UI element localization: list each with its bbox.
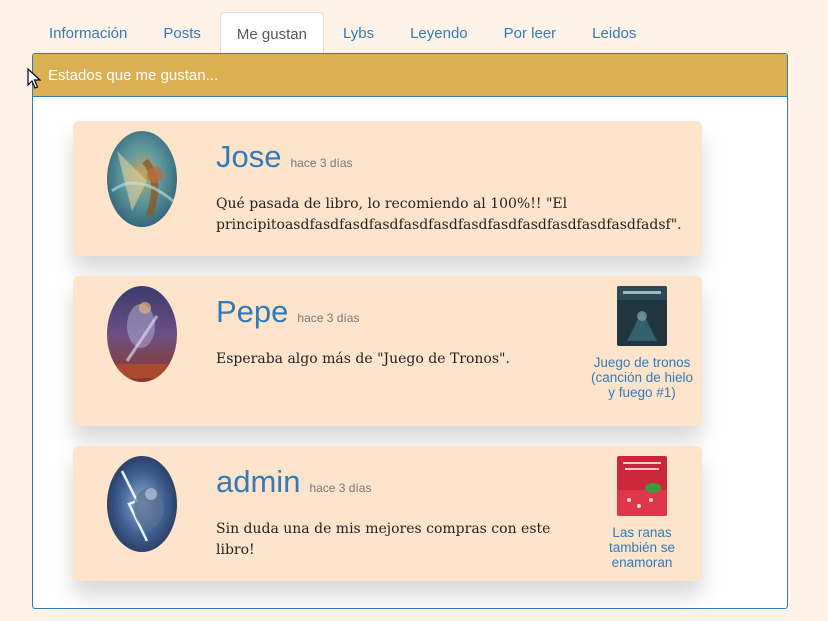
profile-tabs: Información Posts Me gustan Lybs Leyendo… [32, 10, 788, 55]
post-header: Pepe hace 3 días [216, 294, 359, 330]
tab-leidos[interactable]: Leidos [575, 12, 653, 54]
status-message: Sin duda una de mis mejores compras con … [216, 521, 551, 558]
mouse-cursor-icon [27, 67, 42, 95]
book-reference: Juego de tronos (canción de hielo y fueg… [589, 286, 695, 400]
tab-por-leer[interactable]: Por leer [487, 12, 574, 54]
tab-me-gustan[interactable]: Me gustan [219, 12, 324, 55]
tab-lybs[interactable]: Lybs [326, 12, 391, 54]
liked-statuses-panel: Estados que me gustan... Jose hace 3 día… [32, 53, 788, 609]
tab-posts[interactable]: Posts [146, 12, 218, 54]
post-time: hace 3 días [297, 311, 360, 325]
avatar[interactable] [107, 456, 177, 552]
username-link[interactable]: admin [216, 464, 300, 500]
panel-heading: Estados que me gustan... [33, 54, 787, 97]
avatar[interactable] [107, 131, 177, 227]
post-header: admin hace 3 días [216, 464, 371, 500]
book-cover[interactable] [617, 456, 667, 516]
post-header: Jose hace 3 días [216, 139, 353, 175]
book-title-link[interactable]: Juego de tronos (canción de hielo y fueg… [589, 355, 695, 400]
status-card: admin hace 3 días Sin duda una de mis me… [73, 446, 702, 581]
book-title-link[interactable]: Las ranas también se enamoran [589, 525, 695, 570]
panel-heading-title: Estados que me gustan... [48, 66, 219, 84]
post-time: hace 3 días [309, 481, 372, 495]
status-message: Esperaba algo más de "Juego de Tronos". [216, 351, 510, 367]
tab-leyendo[interactable]: Leyendo [393, 12, 485, 54]
status-card: Jose hace 3 días Qué pasada de libro, lo… [73, 121, 702, 256]
status-card: Pepe hace 3 días Esperaba algo más de "J… [73, 276, 702, 426]
book-cover[interactable] [617, 286, 667, 346]
username-link[interactable]: Jose [216, 139, 281, 175]
book-reference: Las ranas también se enamoran [589, 456, 695, 570]
post-time: hace 3 días [290, 156, 353, 170]
status-message: Qué pasada de libro, lo recomiendo al 10… [216, 196, 682, 233]
username-link[interactable]: Pepe [216, 294, 288, 330]
tab-informacion[interactable]: Información [32, 12, 144, 54]
avatar[interactable] [107, 286, 177, 382]
